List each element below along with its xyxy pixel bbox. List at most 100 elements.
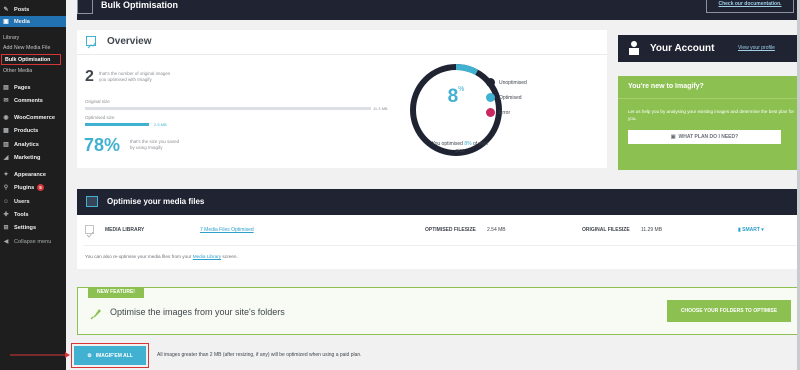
sidebar-item-products[interactable]: ▦ Products	[0, 125, 66, 136]
appearance-icon: ✦	[3, 172, 9, 178]
sidebar-item-pages[interactable]: ▤ Pages	[0, 82, 66, 93]
sidebar-sub-bulk-optimisation[interactable]: Bulk Optimisation	[1, 54, 61, 65]
sidebar-item-users[interactable]: ☺ Users	[0, 196, 66, 207]
legend-dot-optimised	[486, 93, 495, 102]
original-size-label: Original size	[85, 99, 110, 104]
user-icon	[629, 41, 639, 55]
sidebar-item-plugins[interactable]: ⚲ Plugins 5	[0, 182, 66, 193]
media-library-label: MEDIA LIBRARY	[105, 227, 145, 233]
imagify-logo-icon	[77, 0, 93, 14]
documentation-link[interactable]: Check our documentation.	[706, 0, 794, 13]
percent-description-2: by using Imagify	[130, 145, 163, 150]
sidebar-item-marketing[interactable]: ◢ Marketing	[0, 152, 66, 163]
account-panel: Your Account View your profile	[618, 35, 800, 62]
divider	[77, 54, 607, 55]
tools-icon: ✚	[3, 212, 9, 218]
new-user-title: You're new to Imagify?	[628, 83, 704, 90]
feature-title: Optimise the images from your site's fol…	[110, 307, 285, 317]
legend-error: Error	[499, 110, 511, 116]
media-library-link[interactable]: Media Library	[193, 254, 221, 259]
percent-saved: 78%	[84, 135, 121, 155]
collapse-menu-button[interactable]: ◀ Collapse menu	[0, 236, 66, 247]
page-title: Bulk Optimisation	[101, 0, 179, 10]
collapse-icon: ◀	[3, 239, 9, 245]
optimised-filesize-value: 2.54 MB	[487, 227, 506, 233]
optimised-size-bar	[85, 123, 149, 126]
view-profile-link[interactable]: View your profile	[738, 45, 775, 51]
sidebar-item-settings[interactable]: ⊞ Settings	[0, 222, 66, 233]
chevron-down-icon: ▾	[759, 227, 764, 233]
donut-caption-2: pics	[455, 148, 465, 154]
legend-unoptimised: Unoptimised	[499, 80, 527, 86]
paid-plan-note: All images greater than 2 MB (after resi…	[157, 352, 362, 358]
new-feature-panel: NEW FEATURE! Optimise the images from yo…	[77, 287, 800, 335]
users-icon: ☺	[2, 198, 10, 205]
annotation-arrow	[10, 352, 70, 358]
overview-title: Overview	[107, 36, 152, 47]
pages-icon: ▤	[3, 85, 9, 91]
what-plan-button[interactable]: ▣ WHAT PLAN DO I NEED?	[628, 130, 781, 144]
sidebar-item-woocommerce[interactable]: ◉ WooCommerce	[0, 112, 66, 123]
account-title: Your Account	[650, 43, 715, 54]
products-icon: ▦	[3, 128, 9, 134]
legend-optimised: Optimised	[499, 95, 522, 101]
rocket-icon	[90, 309, 101, 320]
optimise-header: Optimise your media files	[77, 189, 800, 215]
new-feature-badge: NEW FEATURE!	[88, 287, 144, 298]
sidebar-sub-library[interactable]: Library	[0, 33, 66, 42]
sidebar-item-media[interactable]: ▣ Media	[0, 16, 66, 27]
choose-folders-button[interactable]: CHOOSE YOUR FOLDERS TO OPTIMISE	[667, 300, 791, 322]
marketing-icon: ◢	[3, 155, 9, 161]
analytics-icon: ▥	[3, 142, 9, 148]
optimised-size-value: 2.5 MB	[154, 122, 167, 127]
sidebar-item-appearance[interactable]: ✦ Appearance	[0, 169, 66, 180]
optimised-size-label: Optimised size	[85, 115, 115, 120]
donut-unit: %	[458, 86, 465, 93]
original-size-value: 11.3 MB	[373, 106, 388, 111]
overview-card: Overview 2 that's the number of original…	[77, 30, 607, 168]
original-filesize-value: 11.29 MB	[641, 227, 663, 233]
divider	[618, 98, 800, 99]
gear-icon: ⚙	[87, 352, 92, 359]
image-count: 2	[85, 68, 94, 85]
sidebar-item-analytics[interactable]: ▥ Analytics	[0, 139, 66, 150]
original-filesize-label: ORIGINAL FILESIZE	[582, 227, 630, 233]
sidebar-item-comments[interactable]: ✉ Comments	[0, 95, 66, 106]
donut-center: 8%	[429, 86, 483, 108]
pin-icon: ✎	[3, 7, 9, 13]
settings-icon: ⊞	[3, 225, 9, 231]
media-library-checkbox[interactable]	[85, 225, 94, 238]
plugins-icon: ⚲	[3, 185, 9, 191]
reoptimise-note: You can also re-optimise your media file…	[85, 254, 238, 259]
comments-icon: ✉	[3, 98, 9, 104]
optimised-filesize-label: OPTIMISED FILESIZE	[425, 227, 476, 233]
sidebar-sub-other-media[interactable]: Other Media	[0, 66, 66, 75]
divider	[83, 245, 798, 246]
check-icon	[86, 231, 94, 238]
original-size-bar	[85, 107, 371, 110]
legend-dot-error	[486, 108, 495, 117]
woo-icon: ◉	[3, 115, 9, 121]
plugins-update-badge: 5	[37, 184, 44, 191]
mode-selector[interactable]: ▮ SMART ▾	[738, 227, 764, 233]
chart-icon	[86, 36, 97, 49]
count-description-2: you optimised with Imagify	[99, 77, 152, 82]
donut-caption: You optimised 8% of your	[431, 141, 489, 147]
new-user-description: Let us help you by analysing your existi…	[628, 109, 794, 121]
legend-dot-unoptimised	[486, 78, 495, 87]
files-optimised-link[interactable]: 7 Media Files Optimised	[200, 227, 254, 233]
sidebar-item-tools[interactable]: ✚ Tools	[0, 209, 66, 220]
sidebar-sub-add-new[interactable]: Add New Media File	[0, 43, 66, 52]
images-icon	[86, 196, 98, 207]
tag-icon: ▣	[670, 134, 676, 140]
donut-value: 8	[447, 86, 459, 107]
admin-sidebar: ✎ Posts ▣ Media Library Add New Media File…	[0, 0, 66, 370]
media-library-row: MEDIA LIBRARY 7 Media Files Optimised OP…	[77, 215, 800, 269]
optimise-title: Optimise your media files	[107, 197, 205, 206]
page-header: Bulk Optimisation Check our documentatio…	[77, 0, 800, 20]
imagify-all-button-highlight: ⚙ IMAGIF'EM ALL	[71, 343, 149, 368]
media-icon: ▣	[3, 19, 9, 25]
sidebar-item-posts[interactable]: ✎ Posts	[0, 4, 66, 15]
new-user-panel: You're new to Imagify? Let us help you b…	[618, 76, 800, 170]
imagify-all-button[interactable]: ⚙ IMAGIF'EM ALL	[74, 346, 146, 365]
